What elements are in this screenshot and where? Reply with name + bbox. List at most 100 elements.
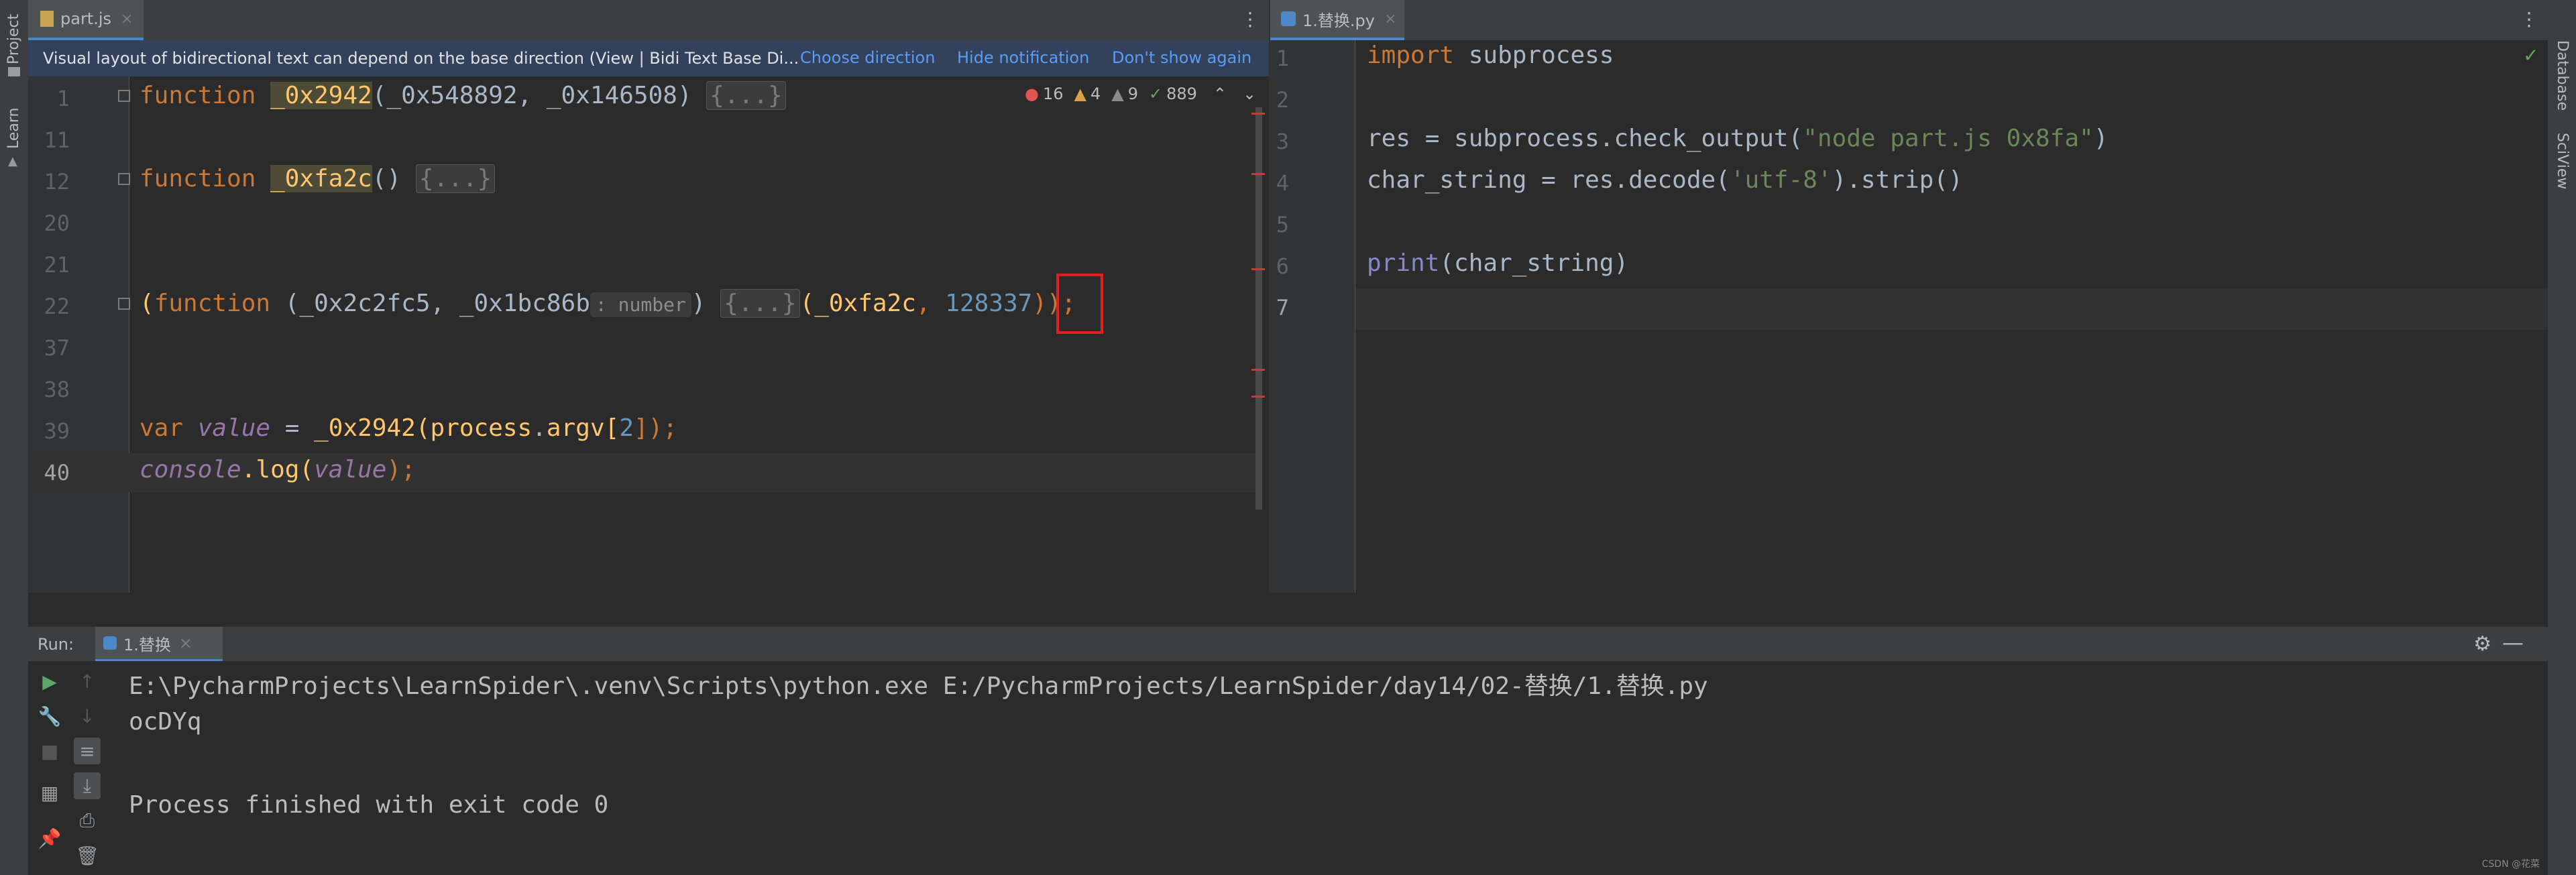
param-hint: : number [590, 292, 691, 317]
wrench-icon[interactable]: 🔧 [36, 703, 63, 730]
tab-1-py[interactable]: 1.替换.py × [1270, 0, 1404, 40]
gear-icon[interactable]: ⚙ [2473, 632, 2491, 656]
learn-tool-button[interactable]: Learn [5, 108, 22, 150]
code-line-22: (function (_0x2c2fc5, _0x1bc86b: number)… [139, 289, 1076, 318]
py-line-1: import subprocess [1367, 42, 1614, 69]
folder-icon [8, 67, 20, 76]
annotation-highlight-box [1056, 274, 1103, 334]
line-number: 7 [1276, 295, 1289, 320]
right-editor[interactable] [1270, 40, 2548, 593]
folded-block: {...} [720, 289, 800, 318]
close-icon[interactable]: × [179, 634, 192, 652]
more-icon[interactable]: ⋮ [2520, 8, 2538, 30]
down-arrow-icon[interactable]: ↓ [74, 703, 101, 730]
line-number: 5 [1276, 212, 1289, 237]
line-number: 38 [44, 377, 70, 402]
no-problems-check-icon: ✓ [2523, 44, 2539, 66]
right-tool-strip: Database SciView [2547, 0, 2576, 875]
line-number: 2 [1276, 87, 1289, 113]
run-toolbar: ▶ ↑ 🔧 ↓ ■ ≡ ⤓ ▦ ⎙ 📌 🗑 [28, 661, 116, 875]
line-number: 1 [1276, 46, 1289, 71]
line-number: 39 [44, 418, 70, 444]
js-file-icon [40, 11, 54, 27]
folded-block: {...} [415, 164, 496, 193]
error-icon: ● [1025, 84, 1039, 103]
panel-spacer [28, 593, 2548, 626]
notification-message: Visual layout of bidirectional text can … [43, 49, 799, 68]
weak-warning-icon: ▲ [1111, 84, 1124, 103]
scroll-to-end-icon[interactable]: ⤓ [74, 772, 101, 799]
line-number: 20 [44, 211, 70, 236]
current-line-highlight [1355, 288, 2548, 330]
left-editor-tabbar: part.js × ⋮ [28, 0, 1269, 41]
console-line: E:\PycharmProjects\LearnSpider\.venv\Scr… [129, 673, 1708, 700]
right-editor-tabbar: 1.替换.py × ⋮ [1270, 0, 2548, 41]
more-icon[interactable]: ⋮ [1241, 8, 1259, 30]
watermark: CSDN @花菜 [2481, 859, 2540, 870]
line-number: 1 [56, 86, 70, 111]
error-stripe[interactable] [1251, 396, 1265, 398]
run-tab-label: 1.替换 [123, 635, 171, 654]
close-icon[interactable]: × [121, 11, 133, 27]
fold-marker-icon[interactable] [118, 173, 130, 185]
rerun-icon[interactable]: ▶ [36, 668, 63, 695]
run-label: Run: [38, 635, 74, 654]
warning-icon: ▲ [1074, 84, 1086, 103]
soft-wrap-icon[interactable]: ≡ [74, 738, 101, 764]
console-line: Process finished with exit code 0 [129, 791, 609, 819]
database-tool-button[interactable]: Database [2554, 40, 2571, 111]
tab-label: part.js [60, 9, 112, 28]
tab-part-js[interactable]: part.js × [28, 0, 144, 40]
line-number: 40 [44, 460, 70, 485]
up-arrow-icon[interactable]: ↑ [74, 668, 101, 695]
code-line-1: function _0x2942(_0x548892, _0x146508) {… [139, 81, 786, 110]
line-number: 6 [1276, 253, 1289, 279]
warning-count: 4 [1090, 84, 1101, 103]
console-line: ocDYq [129, 708, 202, 736]
dont-show-again-link[interactable]: Don't show again [1112, 48, 1251, 67]
left-editor[interactable] [28, 76, 1269, 593]
project-tool-button[interactable]: Project [5, 14, 22, 64]
layout-icon[interactable]: ▦ [36, 779, 63, 806]
left-gutter [28, 76, 129, 593]
line-number: 21 [44, 252, 70, 278]
py-line-6: print(char_string) [1367, 249, 1629, 277]
line-number: 11 [44, 127, 70, 153]
learn-icon: ▲ [8, 154, 17, 168]
line-number: 12 [44, 169, 70, 194]
sciview-tool-button[interactable]: SciView [2554, 133, 2571, 189]
error-stripe[interactable] [1251, 369, 1265, 371]
bidi-notification: Visual layout of bidirectional text can … [28, 40, 1269, 76]
left-tool-strip: Project Learn ▲ [0, 0, 29, 875]
tab-label: 1.替换.py [1302, 11, 1375, 30]
py-line-3: res = subprocess.check_output("node part… [1367, 125, 2109, 152]
weak-warning-count: 9 [1127, 84, 1138, 103]
line-number: 4 [1276, 170, 1289, 196]
code-line-40: console.log(value); [139, 456, 416, 483]
typo-check-icon: ✓ [1149, 84, 1163, 103]
stop-icon[interactable]: ■ [36, 738, 63, 764]
run-tab[interactable]: 1.替换 × [95, 627, 223, 662]
code-line-12: function _0xfa2c() {...} [139, 164, 496, 193]
previous-highlight-icon[interactable]: ⌃ [1213, 84, 1227, 103]
run-panel-header: Run: 1.替换 × ⚙ — [28, 626, 2548, 662]
minimize-icon[interactable]: — [2502, 630, 2524, 655]
python-file-icon [1281, 11, 1296, 26]
inspection-widget[interactable]: ● 16 ▲ 4 ▲ 9 ✓ 889 ⌃ ⌄ [1025, 84, 1256, 103]
py-line-4: char_string = res.decode('utf-8').strip(… [1367, 166, 1963, 194]
line-number: 22 [44, 294, 70, 319]
fold-marker-icon[interactable] [118, 90, 130, 102]
trash-icon[interactable]: 🗑 [74, 842, 101, 869]
python-file-icon [103, 636, 117, 650]
code-line-39: var value = _0x2942(process.argv[2]); [139, 414, 678, 442]
error-stripe[interactable] [1251, 113, 1265, 115]
ok-count: 889 [1166, 84, 1197, 103]
fold-marker-icon[interactable] [118, 298, 130, 310]
pin-icon[interactable]: 📌 [36, 825, 63, 852]
line-number: 37 [44, 335, 70, 361]
choose-direction-link[interactable]: Choose direction [800, 48, 935, 67]
hide-notification-link[interactable]: Hide notification [957, 48, 1089, 67]
print-icon[interactable]: ⎙ [74, 807, 101, 834]
line-number: 3 [1276, 129, 1289, 154]
close-icon[interactable]: × [1384, 11, 1396, 27]
